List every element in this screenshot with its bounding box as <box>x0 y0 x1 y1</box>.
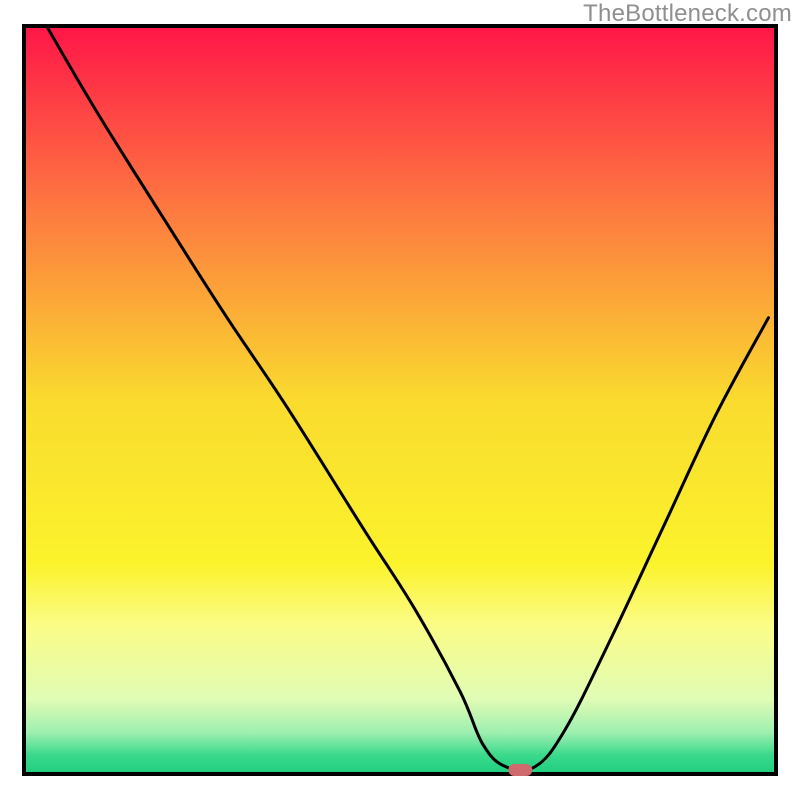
plot-background <box>24 26 776 774</box>
bottleneck-chart <box>0 0 800 800</box>
optimal-marker <box>508 764 532 776</box>
watermark-text: TheBottleneck.com <box>583 0 792 28</box>
chart-frame: TheBottleneck.com <box>0 0 800 800</box>
